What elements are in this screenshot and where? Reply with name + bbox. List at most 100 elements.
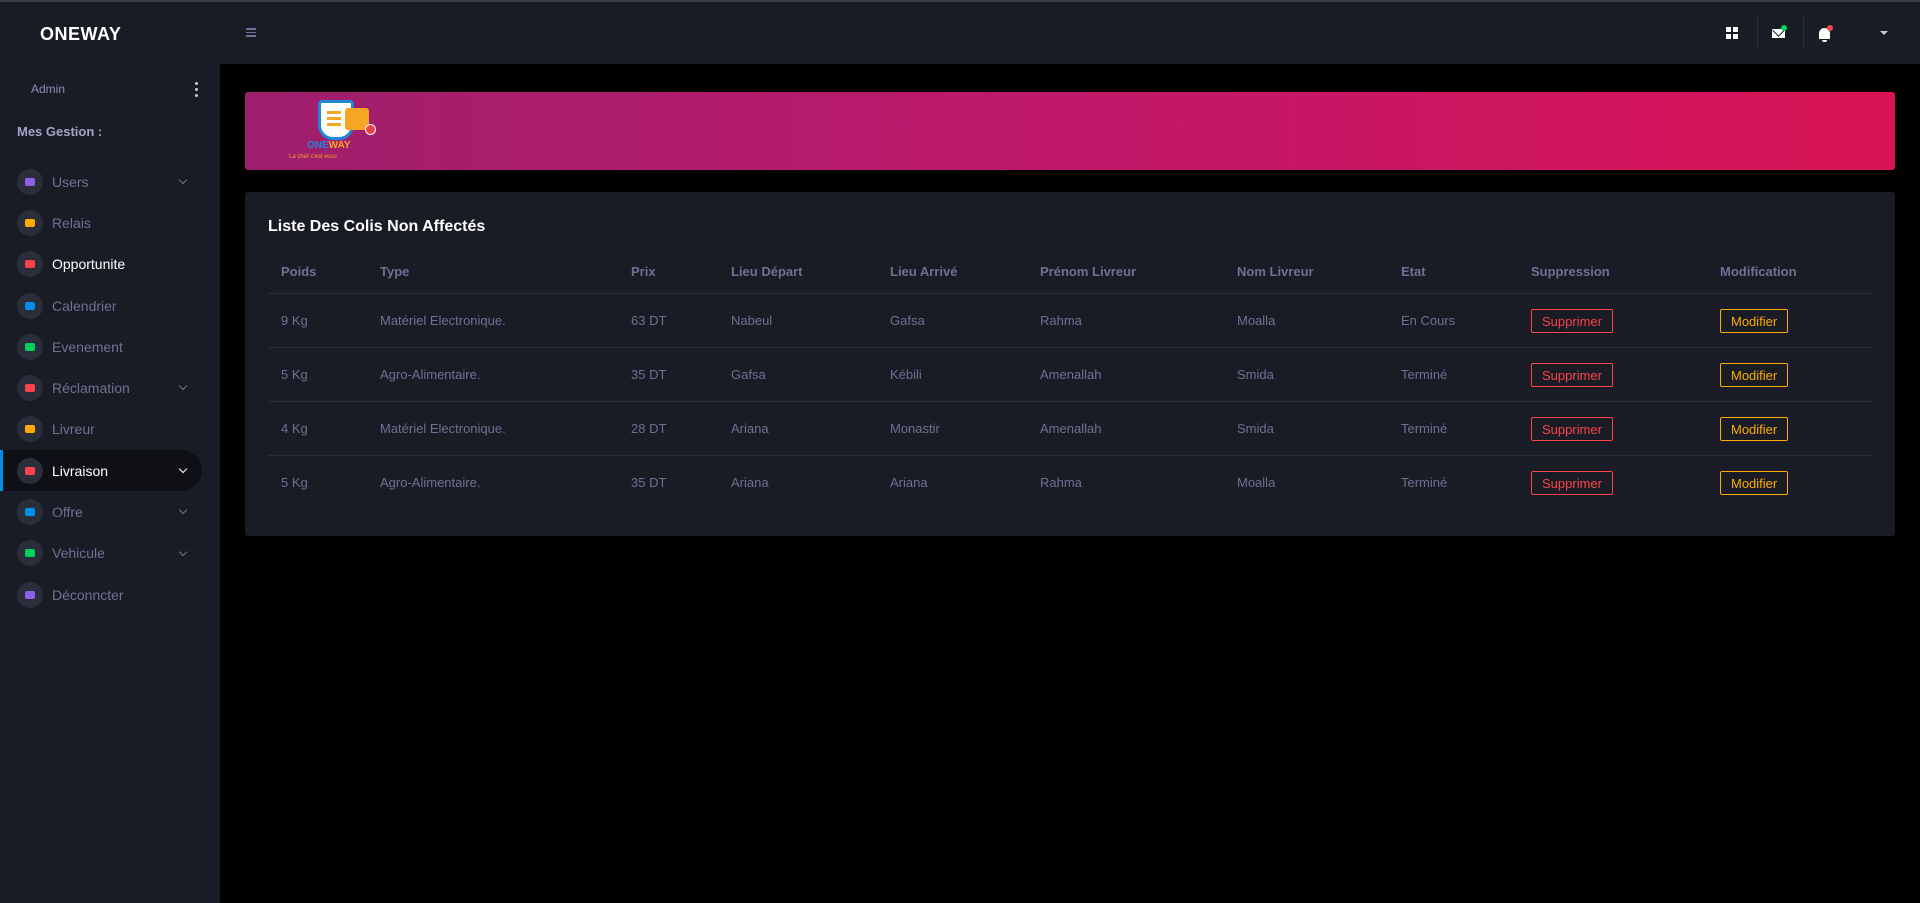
sidebar-item-label: Livreur (52, 421, 95, 438)
location-pin-icon (365, 124, 376, 135)
table-cell: Moalla (1224, 293, 1388, 348)
sidebar-item-relais[interactable]: Relais (0, 202, 220, 243)
column-header: Lieu Arrivé (877, 250, 1027, 294)
sidebar-item-livraison[interactable]: Livraison (0, 450, 220, 492)
truck-icon (17, 540, 43, 567)
sidebar-item-label: Relais (52, 214, 91, 231)
parcels-table: Poids Type Prix Lieu Départ Lieu Arrivé Préno… (268, 250, 1872, 509)
sidebar-item-label: Réclamation (52, 380, 130, 397)
table-cell: 4 Kg (268, 401, 367, 456)
oneway-logo: ONEWAY La chef c'est vous (289, 98, 385, 168)
table-icon (17, 209, 43, 236)
edit-button[interactable]: Modifier (1720, 470, 1789, 495)
profile-dropdown-caret-icon[interactable] (1873, 22, 1895, 44)
table-cell: 35 DT (618, 347, 718, 402)
chevron-down-icon (178, 382, 188, 391)
sidebar-item-users[interactable]: Users (0, 161, 220, 202)
brand-logo[interactable]: ONEWAY (40, 24, 121, 45)
bell-icon[interactable] (1813, 22, 1835, 44)
table-cell: Terminé (1388, 401, 1518, 456)
table-cell: Rahma (1040, 475, 1082, 490)
bell-notification-dot (1827, 25, 1833, 31)
menu-toggle-icon[interactable] (246, 28, 256, 39)
users-icon (17, 168, 43, 195)
column-header: Poids (268, 250, 367, 294)
chevron-down-icon (178, 506, 188, 515)
table-cell: Smida (1224, 401, 1388, 456)
table-cell: Amenallah (1027, 401, 1224, 456)
delete-button[interactable]: Supprimer (1531, 416, 1613, 441)
table-cell: Ariana (890, 475, 928, 490)
table-cell: Monastir (877, 401, 1027, 456)
card-title: Liste Des Colis Non Affectés (268, 218, 486, 235)
table-cell: Supprimer (1518, 293, 1707, 348)
grid-icon (17, 333, 43, 360)
table-cell: 28 DT (618, 401, 718, 456)
mail-icon[interactable] (1767, 22, 1789, 44)
sidebar-item-offre[interactable]: Offre (0, 491, 220, 532)
chevron-down-icon (178, 547, 188, 556)
column-header: Modification (1707, 250, 1872, 294)
mail-notification-dot (1781, 25, 1787, 31)
id-card-icon (17, 416, 43, 443)
table-cell: Ariana (731, 475, 769, 490)
column-header: Prix (618, 250, 718, 294)
table-cell: Agro-Alimentaire. (380, 475, 481, 490)
table-cell: Modifier (1707, 293, 1872, 348)
sidebar-item-reclamation[interactable]: Réclamation (0, 367, 220, 408)
table-cell: Modifier (1707, 401, 1872, 456)
table-row: 4 Kg Matériel Electronique. 28 DT Ariana Mon… (268, 401, 1872, 456)
sidebar-item-label: Vehicule (52, 545, 105, 562)
table-cell: Terminé (1401, 475, 1448, 490)
delete-button[interactable]: Supprimer (1531, 470, 1613, 495)
delete-button[interactable]: Supprimer (1531, 362, 1613, 387)
toolbar-divider (1757, 17, 1758, 49)
table-cell: 35 DT (631, 475, 667, 490)
sidebar-item-vehicule[interactable]: Vehicule (0, 533, 220, 574)
list-icon (17, 292, 43, 319)
table-cell: Supprimer (1518, 456, 1707, 510)
table-cell: Ariana (718, 401, 877, 456)
table-cell: Nabeul (718, 293, 877, 348)
sidebar-item-deconncter[interactable]: Déconncter (0, 574, 220, 615)
column-header: Etat (1388, 250, 1518, 294)
table-row: 5 Kg Agro-Alimentaire. 35 DT Gafsa Kébili Ame… (268, 347, 1872, 402)
sidebar-item-opportunite[interactable]: Opportunite (0, 244, 220, 285)
apps-grid-icon[interactable] (1721, 22, 1743, 44)
table-cell: Matériel Electronique. (367, 401, 618, 456)
table-row: 5 Kg Agro-Alimentaire. 35 DT Ariana Ariana Ra… (268, 456, 1872, 510)
table-cell: Gafsa (718, 347, 877, 402)
column-header: Nom Livreur (1224, 250, 1388, 294)
toolbar-divider (1803, 17, 1804, 49)
column-header: Suppression (1518, 250, 1707, 294)
more-vertical-icon[interactable] (191, 79, 201, 99)
table-cell: Rahma (1027, 293, 1224, 348)
table-header-row: Poids Type Prix Lieu Départ Lieu Arrivé Préno… (268, 250, 1872, 294)
edit-button[interactable]: Modifier (1720, 308, 1789, 333)
sidebar-item-evenement[interactable]: Evenement (0, 326, 220, 367)
table-cell: En Cours (1388, 293, 1518, 348)
sidebar-item-calendrier[interactable]: Calendrier (0, 285, 220, 326)
table-cell: Modifier (1707, 347, 1872, 402)
logo-text: ONEWAY (307, 140, 351, 151)
file-icon (17, 375, 43, 402)
section-title: Mes Gestion : (17, 124, 103, 139)
sidebar-item-label: Users (52, 173, 89, 190)
edit-button[interactable]: Modifier (1720, 416, 1789, 441)
table-body: 9 Kg Matériel Electronique. 63 DT Nabeul Gaf… (268, 293, 1872, 510)
table-cell: Agro-Alimentaire. (367, 347, 618, 402)
edit-button[interactable]: Modifier (1720, 362, 1789, 387)
header-banner: ONEWAY La chef c'est vous (245, 92, 1895, 170)
table-cell: 5 Kg (268, 347, 367, 402)
parcels-card: Liste Des Colis Non Affectés Poids Type Pr… (245, 192, 1895, 536)
sidebar-item-label: Evenement (52, 338, 123, 355)
delete-button[interactable]: Supprimer (1531, 308, 1613, 333)
sidebar-item-label: Déconncter (52, 586, 124, 603)
sidebar-item-livreur[interactable]: Livreur (0, 409, 220, 450)
table-cell: 9 Kg (268, 293, 367, 348)
table-cell: Smida (1224, 347, 1388, 402)
sidebar-item-label: Calendrier (52, 297, 117, 314)
tag-icon (17, 499, 43, 526)
table-cell: Amenallah (1027, 347, 1224, 402)
table-cell: Supprimer (1518, 401, 1707, 456)
